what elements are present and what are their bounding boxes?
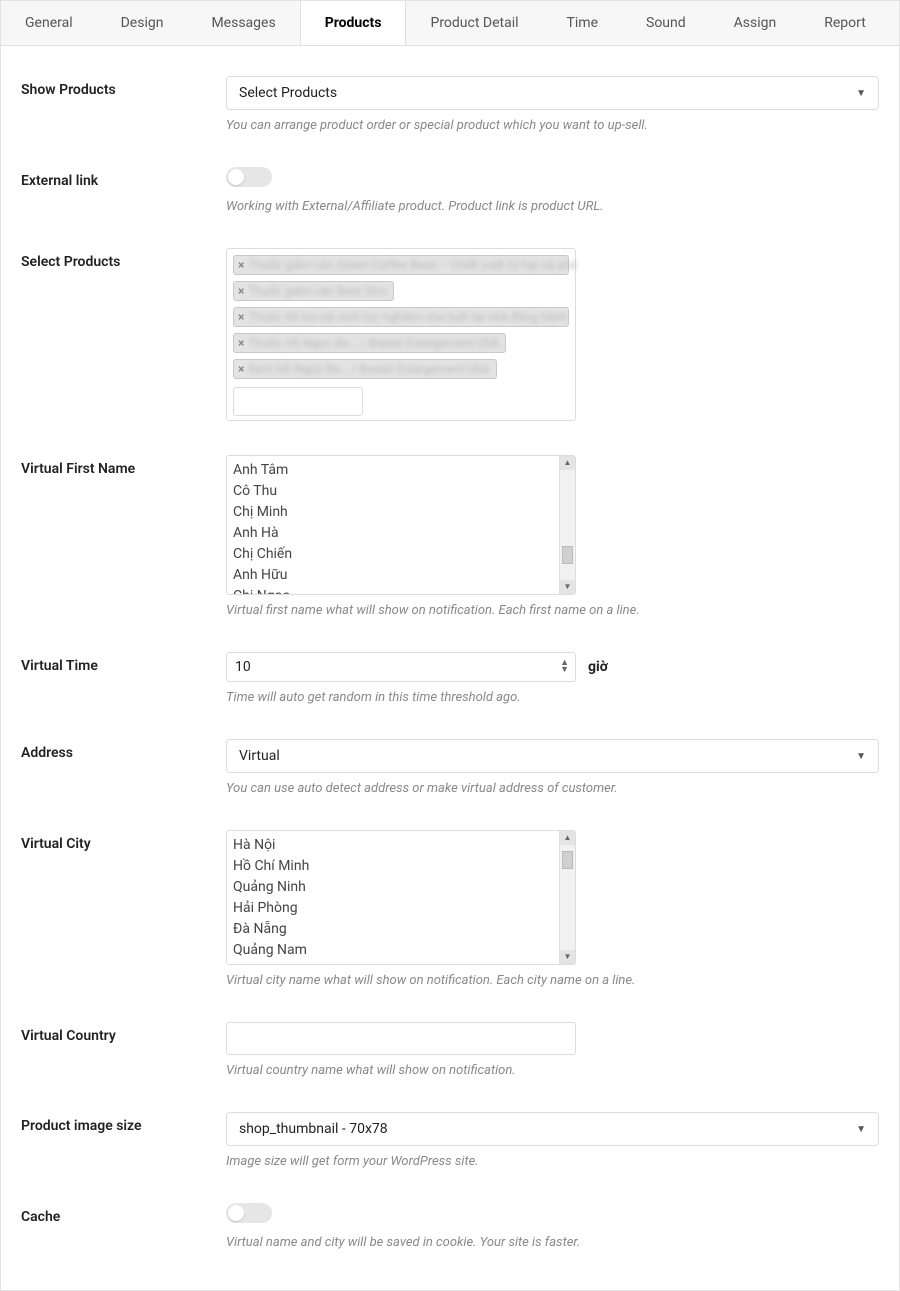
show-products-select-value: Select Products [239,85,337,101]
show-products-desc: You can arrange product order or special… [226,118,879,133]
product-tag[interactable]: ×Kem Hỗ Ngực Bo… / Breast Enlargement US… [233,359,497,379]
external-link-toggle[interactable] [226,167,272,187]
label-show-products: Show Products [21,76,226,98]
label-virtual-country: Virtual Country [21,1022,226,1044]
select-products-tag-picker[interactable]: ×Thuốc giảm cân Green Coffee Bean – Chiế… [226,248,576,421]
virtual-first-name-desc: Virtual first name what will show on not… [226,603,879,618]
virtual-time-value: 10 [235,659,251,675]
product-tag[interactable]: ×Thuốc Hỗ Ngực Bo… / Breast Enlargement … [233,333,506,353]
virtual-country-input[interactable] [226,1022,576,1055]
caret-down-icon: ▼ [856,751,866,762]
virtual-city-textarea[interactable]: Hà Nội Hồ Chí Minh Quảng Ninh Hải Phòng … [226,830,576,965]
caret-down-icon: ▼ [856,88,866,99]
tab-general[interactable]: General [1,1,97,45]
label-external-link: External link [21,167,226,189]
scroll-up-icon[interactable]: ▲ [560,831,575,845]
cache-toggle[interactable] [226,1203,272,1223]
close-icon[interactable]: × [238,310,244,324]
cache-desc: Virtual name and city will be saved in c… [226,1235,879,1250]
product-tag[interactable]: ×Thuốc giảm cân Green Coffee Bean – Chiế… [233,255,569,275]
number-stepper-icon[interactable]: ▲▼ [560,660,569,674]
virtual-first-name-textarea[interactable]: Anh Tâm Cô Thu Chị Minh Anh Hà Chị Chiến… [226,455,576,595]
tab-sound[interactable]: Sound [622,1,710,45]
product-tag[interactable]: ×Thuốc hỗ trợ cải sinh lực nghiệm cho tu… [233,307,569,327]
scrollbar[interactable]: ▲ ▼ [559,831,575,964]
label-address: Address [21,739,226,761]
product-tag[interactable]: ×Thuốc giảm cân Best Slim [233,281,394,301]
virtual-time-desc: Time will auto get random in this time t… [226,690,879,705]
tab-product-detail[interactable]: Product Detail [406,1,542,45]
product-image-size-value: shop_thumbnail - 70x78 [239,1121,388,1137]
close-icon[interactable]: × [238,284,244,298]
tabs-bar: General Design Messages Products Product… [1,1,899,46]
virtual-time-unit: giờ [588,659,608,675]
close-icon[interactable]: × [238,336,244,350]
label-virtual-time: Virtual Time [21,652,226,674]
external-link-desc: Working with External/Affiliate product.… [226,199,879,214]
product-image-size-select[interactable]: shop_thumbnail - 70x78 ▼ [226,1112,879,1146]
tab-assign[interactable]: Assign [710,1,801,45]
close-icon[interactable]: × [238,258,244,272]
virtual-first-name-content: Anh Tâm Cô Thu Chị Minh Anh Hà Chị Chiến… [227,456,575,594]
label-cache: Cache [21,1203,226,1225]
select-products-input[interactable] [233,387,363,416]
caret-down-icon: ▼ [856,1124,866,1135]
tab-design[interactable]: Design [97,1,188,45]
scroll-down-icon[interactable]: ▼ [560,950,575,964]
address-desc: You can use auto detect address or make … [226,781,879,796]
virtual-city-desc: Virtual city name what will show on noti… [226,973,879,988]
scroll-up-icon[interactable]: ▲ [560,456,575,470]
label-select-products: Select Products [21,248,226,270]
tab-time[interactable]: Time [543,1,622,45]
close-icon[interactable]: × [238,362,244,376]
tab-update[interactable]: Update [890,1,899,45]
product-image-size-desc: Image size will get form your WordPress … [226,1154,879,1169]
scroll-down-icon[interactable]: ▼ [560,580,575,594]
virtual-country-desc: Virtual country name what will show on n… [226,1063,879,1078]
scroll-handle[interactable] [562,546,573,564]
label-virtual-first-name: Virtual First Name [21,455,226,477]
label-virtual-city: Virtual City [21,830,226,852]
show-products-select[interactable]: Select Products ▼ [226,76,879,110]
address-select[interactable]: Virtual ▼ [226,739,879,773]
scroll-handle[interactable] [562,851,573,869]
label-product-image-size: Product image size [21,1112,226,1134]
tab-products[interactable]: Products [300,1,407,46]
address-select-value: Virtual [239,748,280,764]
tab-messages[interactable]: Messages [187,1,299,45]
virtual-time-input[interactable]: 10 ▲▼ [226,652,576,682]
scrollbar[interactable]: ▲ ▼ [559,456,575,594]
form-body: Show Products Select Products ▼ You can … [1,46,899,1290]
virtual-city-content: Hà Nội Hồ Chí Minh Quảng Ninh Hải Phòng … [227,831,575,964]
settings-panel: General Design Messages Products Product… [0,0,900,1291]
tab-report[interactable]: Report [800,1,890,45]
